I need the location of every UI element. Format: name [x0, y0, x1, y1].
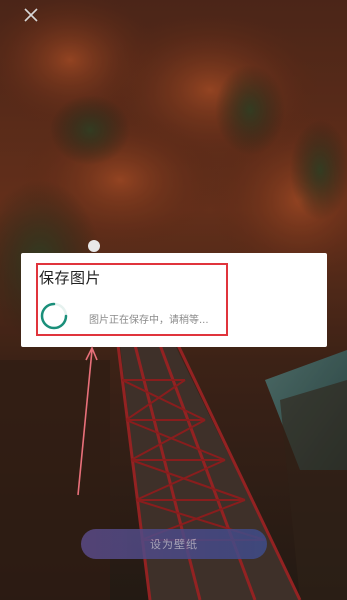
- loading-spinner-icon: [39, 301, 69, 331]
- set-wallpaper-button[interactable]: 设为壁纸: [81, 529, 267, 559]
- dialog-title: 保存图片: [39, 269, 102, 287]
- avatar-icon: [88, 240, 100, 252]
- close-icon: [24, 8, 38, 22]
- wallpaper-preview-screen: 保存图片 图片正在保存中，请稍等... 设为壁纸: [0, 0, 347, 600]
- save-image-dialog: 保存图片 图片正在保存中，请稍等...: [21, 253, 327, 347]
- saving-status-text: 图片正在保存中，请稍等...: [89, 315, 209, 326]
- close-button[interactable]: [22, 6, 40, 24]
